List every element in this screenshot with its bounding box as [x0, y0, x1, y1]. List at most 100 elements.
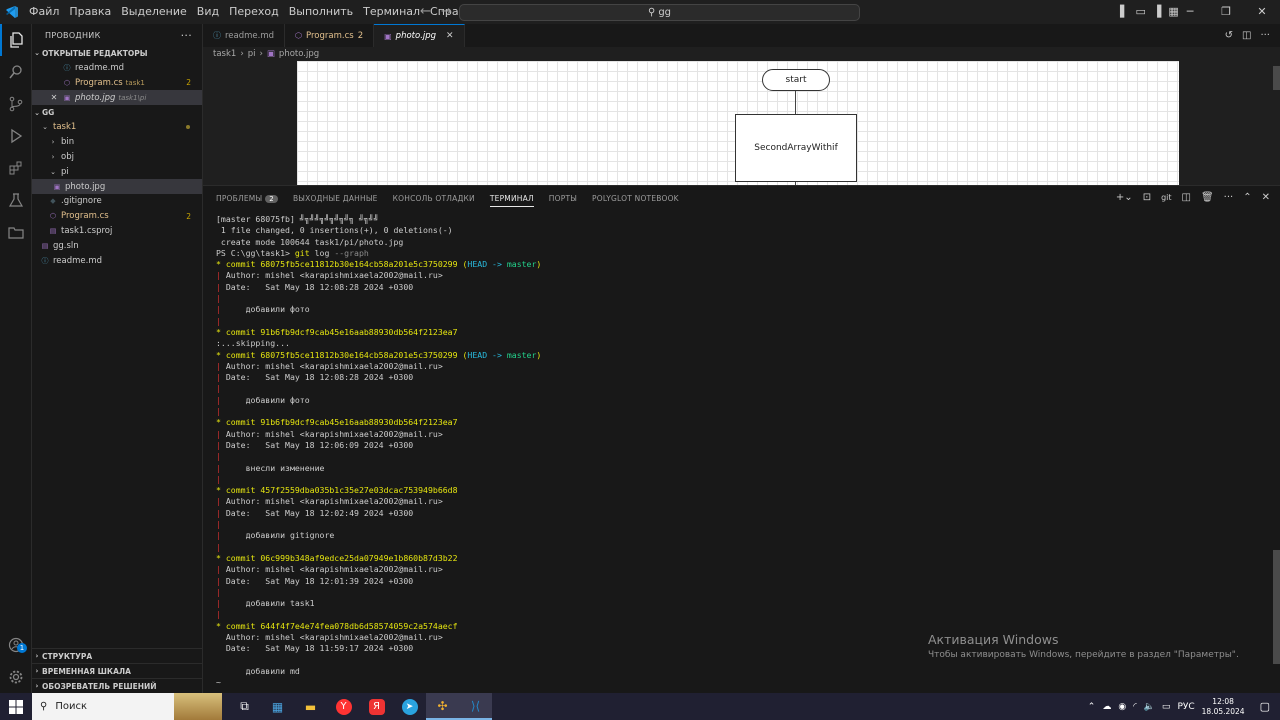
trash-icon[interactable]: 🗑	[1201, 186, 1214, 210]
history-icon[interactable]: ↺	[1225, 24, 1233, 47]
terminal-line: |	[216, 451, 221, 462]
file-explorer-icon[interactable]: ▬	[294, 693, 327, 720]
source-control-icon[interactable]	[0, 88, 32, 120]
run-debug-icon[interactable]	[0, 120, 32, 152]
activity-bar: 1	[0, 24, 32, 693]
vscode-taskbar-icon[interactable]: ⟩⟨	[459, 693, 492, 720]
taskbar-clock[interactable]: 12:08 18.05.2024	[1202, 697, 1245, 717]
restore-icon[interactable]: ❐	[1208, 0, 1244, 24]
open-editor-readme[interactable]: ⓘ readme.md	[32, 61, 202, 76]
minimize-icon[interactable]: ─	[1172, 0, 1208, 24]
extensions-icon[interactable]	[0, 152, 32, 184]
tab-photo[interactable]: ▣ photo.jpg ✕	[374, 24, 465, 47]
tree-file-gitignore[interactable]: ◆ .gitignore	[32, 194, 202, 209]
breadcrumb-task1[interactable]: task1	[213, 49, 236, 59]
task-view-icon[interactable]: ⧉	[228, 693, 261, 720]
project-file-icon: ▤	[49, 226, 57, 235]
menu-run[interactable]: Выполнить	[284, 0, 358, 24]
menu-file[interactable]: Файл	[24, 0, 64, 24]
search-highlight-image	[174, 693, 222, 720]
yandex-icon[interactable]: Я	[360, 693, 393, 720]
timeline-section[interactable]: › ВРЕМЕННАЯ ШКАЛА	[32, 663, 203, 678]
maximize-panel-icon[interactable]: ⌃	[1243, 186, 1251, 210]
tab-readme[interactable]: ⓘ readme.md	[203, 24, 286, 47]
tab-ports[interactable]: ПОРТЫ	[549, 194, 577, 203]
tab-program[interactable]: ⬡ Program.cs 2	[285, 24, 375, 47]
chevron-down-icon: ⌄	[34, 49, 40, 58]
menu-view[interactable]: Вид	[192, 0, 224, 24]
language-indicator[interactable]: РУС	[1177, 702, 1194, 712]
tab-debug-console[interactable]: КОНСОЛЬ ОТЛАДКИ	[393, 194, 475, 203]
tray-chevron-up-icon[interactable]: ⌃	[1088, 702, 1096, 712]
tree-folder-pi[interactable]: ⌄ pi	[32, 164, 202, 179]
folder-icon[interactable]	[0, 216, 32, 248]
toggle-sidebar-icon[interactable]: ▌	[1120, 0, 1128, 24]
tree-file-photo[interactable]: ▣ photo.jpg	[32, 179, 202, 194]
account-icon[interactable]: 1	[0, 629, 32, 661]
onedrive-icon[interactable]: ☁	[1102, 702, 1111, 712]
breadcrumb-photo[interactable]: photo.jpg	[279, 49, 319, 59]
open-editor-program[interactable]: ⬡ Program.cs task1 2	[32, 76, 202, 91]
toggle-panel-icon[interactable]: ▭	[1135, 0, 1145, 24]
new-terminal-icon[interactable]: +⌄	[1116, 186, 1133, 210]
split-editor-icon[interactable]: ◫	[1242, 24, 1251, 47]
workspace-section[interactable]: ⌄ GG	[32, 105, 202, 120]
notifications-icon[interactable]: ▢	[1260, 700, 1270, 713]
tree-folder-bin[interactable]: › bin	[32, 135, 202, 150]
tab-output[interactable]: ВЫХОДНЫЕ ДАННЫЕ	[293, 194, 378, 203]
tab-terminal[interactable]: ТЕРМИНАЛ	[489, 194, 534, 207]
tree-file-program[interactable]: ⬡ Program.cs 2	[32, 209, 202, 224]
menu-edit[interactable]: Правка	[64, 0, 116, 24]
search-view-icon[interactable]	[0, 56, 32, 88]
command-center-search[interactable]: ⚲ gg	[459, 4, 860, 21]
tree-file-csproj[interactable]: ▤ task1.csproj	[32, 224, 202, 239]
tree-file-readme[interactable]: ⓘ readme.md	[32, 253, 202, 268]
solution-explorer-section[interactable]: › ОБОЗРЕВАТЕЛЬ РЕШЕНИЙ	[32, 678, 203, 693]
testing-flask-icon[interactable]	[0, 184, 32, 216]
close-panel-icon[interactable]: ✕	[1262, 186, 1270, 210]
menu-go[interactable]: Переход	[224, 0, 284, 24]
open-editor-photo[interactable]: ✕ ▣ photo.jpg task1\pi	[32, 90, 202, 106]
taskbar-search[interactable]: ⚲ Поиск	[32, 693, 222, 720]
tab-polyglot-notebook[interactable]: POLYGLOT NOTEBOOK	[592, 194, 679, 203]
close-tab-icon[interactable]: ✕	[446, 31, 454, 41]
pinwheel-app-icon[interactable]: ✣	[426, 693, 459, 720]
chevron-right-icon: ›	[35, 652, 39, 660]
toggle-secondary-sidebar-icon[interactable]: ▐	[1153, 0, 1161, 24]
network-icon[interactable]: ◉	[1118, 702, 1126, 712]
yandex-browser-icon[interactable]: Y	[327, 693, 360, 720]
tab-problems[interactable]: ПРОБЛЕМЫ 2	[216, 194, 278, 203]
terminal-line: | добавили task1	[216, 598, 315, 609]
terminal-name[interactable]: git	[1161, 186, 1171, 210]
editor-scrollbar[interactable]	[1273, 66, 1280, 90]
windows-start-icon[interactable]	[0, 693, 32, 720]
settings-gear-icon[interactable]	[0, 661, 32, 693]
battery-icon[interactable]: ▭	[1162, 702, 1171, 712]
volume-icon[interactable]: 🔈	[1144, 702, 1155, 712]
tree-folder-task1[interactable]: ⌄ task1	[32, 120, 202, 135]
more-actions-icon[interactable]: ···	[1224, 186, 1234, 210]
more-actions-icon[interactable]: ···	[181, 29, 192, 42]
terminal-line: * commit 644f4f7e4e74fea078db6d58574059c…	[216, 620, 458, 631]
back-arrow-icon[interactable]: ←	[420, 0, 431, 24]
open-editors-section[interactable]: ⌄ ОТКРЫТЫЕ РЕДАКТОРЫ	[32, 46, 202, 61]
terminal-shell-icon[interactable]: ⊡	[1143, 186, 1151, 210]
breadcrumb-pi[interactable]: pi	[248, 49, 256, 59]
explorer-icon[interactable]	[0, 24, 32, 56]
menu-selection[interactable]: Выделение	[116, 0, 192, 24]
terminal-output[interactable]: [master 68075fb] ╝╗╝╝╗╝╗╝╗╝╗ ╝╗╝╝ 1 file…	[216, 214, 1256, 692]
close-window-icon[interactable]: ✕	[1244, 0, 1280, 24]
tree-file-sln[interactable]: ▤ gg.sln	[32, 238, 202, 253]
close-editor-icon[interactable]: ✕	[49, 93, 59, 102]
forward-arrow-icon[interactable]: →	[441, 0, 452, 24]
split-terminal-icon[interactable]: ◫	[1182, 186, 1191, 210]
menu-terminal[interactable]: Терминал	[358, 0, 425, 24]
terminal-line: | добавили gitignore	[216, 530, 335, 541]
outline-section[interactable]: › СТРУКТУРА	[32, 648, 203, 663]
store-icon[interactable]: ▦	[261, 693, 294, 720]
tree-folder-obj[interactable]: › obj	[32, 150, 202, 165]
telegram-icon[interactable]: ➤	[393, 693, 426, 720]
terminal-scrollbar[interactable]	[1273, 550, 1280, 664]
wifi-icon[interactable]: ◜	[1133, 702, 1137, 712]
more-actions-icon[interactable]: ···	[1260, 24, 1270, 47]
